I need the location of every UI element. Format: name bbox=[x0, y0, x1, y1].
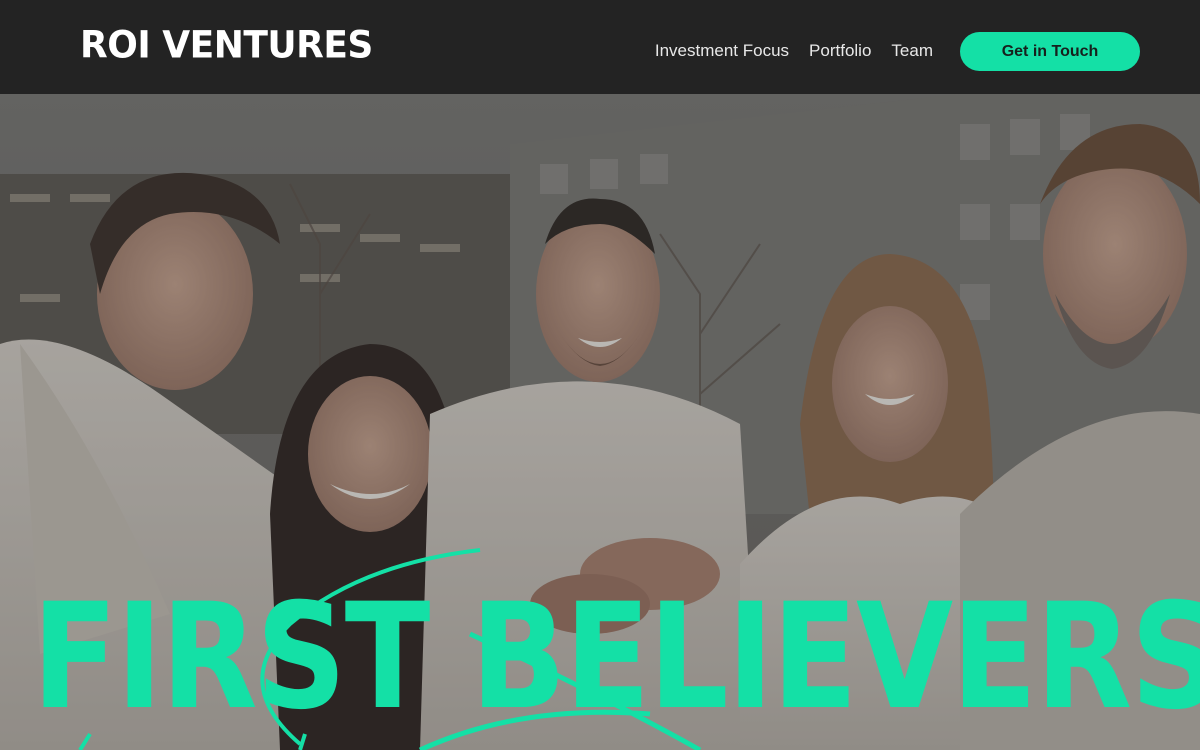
nav-investment-focus[interactable]: Investment Focus bbox=[655, 38, 789, 64]
hero-headline: FIRST BELIEVERS. bbox=[32, 572, 1200, 742]
nav-portfolio[interactable]: Portfolio bbox=[809, 38, 871, 64]
brand-logo[interactable]: ROI VENTURES bbox=[80, 24, 373, 68]
nav-team[interactable]: Team bbox=[891, 38, 933, 64]
site-header: ROI VENTURES Investment Focus Portfolio … bbox=[0, 0, 1200, 94]
hero-section: FIRST BELIEVERS. bbox=[0, 94, 1200, 750]
get-in-touch-button[interactable]: Get in Touch bbox=[960, 32, 1140, 71]
main-nav: Investment Focus Portfolio Team bbox=[655, 38, 933, 64]
